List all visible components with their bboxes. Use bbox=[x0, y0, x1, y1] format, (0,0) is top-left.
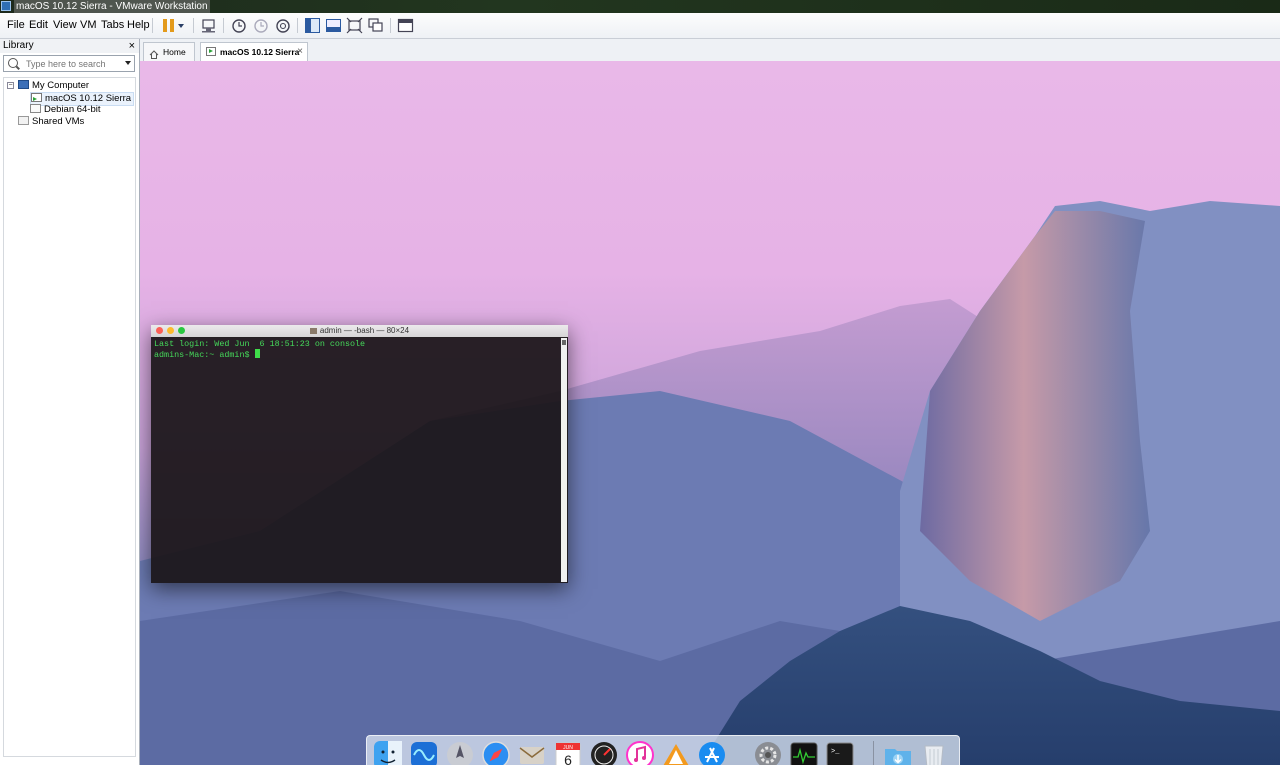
system-preferences-icon[interactable] bbox=[753, 740, 783, 765]
terminal-prompt-line: admins-Mac:~ admin$ bbox=[154, 349, 260, 360]
tab-bar: Home macOS 10.12 Sierra × bbox=[140, 39, 1280, 62]
tab-close-icon[interactable]: × bbox=[297, 43, 303, 61]
dropdown-arrow-icon[interactable] bbox=[176, 17, 186, 34]
library-search-input[interactable] bbox=[26, 57, 116, 70]
snapshot-take-icon[interactable] bbox=[230, 17, 247, 34]
toolbar-separator bbox=[223, 18, 224, 33]
menu-view[interactable]: View bbox=[53, 13, 77, 38]
library-close-icon[interactable]: × bbox=[129, 39, 135, 53]
search-icon bbox=[8, 58, 18, 68]
activity-monitor-icon[interactable] bbox=[789, 740, 819, 765]
tab-home[interactable]: Home bbox=[143, 42, 195, 61]
terminal-icon-prompt: >_ bbox=[831, 748, 840, 756]
dashboard-icon[interactable] bbox=[589, 740, 619, 765]
tree-item-debian[interactable]: Debian 64-bit bbox=[30, 104, 101, 116]
library-panel: Library × − My Computer macOS 10.12 Sier… bbox=[0, 39, 140, 765]
vmware-app-icon bbox=[1, 1, 11, 11]
computer-icon bbox=[18, 80, 29, 89]
vm-running-icon bbox=[206, 47, 216, 56]
library-tree: − My Computer macOS 10.12 Sierra Debian … bbox=[3, 77, 136, 757]
fullscreen-icon[interactable] bbox=[346, 17, 363, 34]
toolbar-separator bbox=[297, 18, 298, 33]
minimize-window-icon[interactable] bbox=[167, 327, 174, 334]
siri-icon[interactable] bbox=[409, 740, 439, 765]
itunes-icon[interactable] bbox=[625, 740, 655, 765]
menu-vm[interactable]: VM bbox=[80, 13, 97, 38]
terminal-scrollbar[interactable] bbox=[561, 338, 567, 582]
menu-file[interactable]: File bbox=[7, 13, 25, 38]
tree-collapse-icon[interactable]: − bbox=[7, 82, 14, 89]
terminal-content[interactable]: Last login: Wed Jun 6 18:51:23 on consol… bbox=[151, 337, 568, 583]
menu-edit[interactable]: Edit bbox=[29, 13, 48, 38]
toolbar-separator bbox=[193, 18, 194, 33]
safari-icon[interactable] bbox=[481, 740, 511, 765]
terminal-window[interactable]: admin — -bash — 80×24 Last login: Wed Ju… bbox=[151, 325, 568, 583]
unity-icon[interactable] bbox=[367, 17, 384, 34]
snapshot-manager-icon[interactable] bbox=[274, 17, 291, 34]
home-icon bbox=[149, 47, 159, 59]
menu-help[interactable]: Help bbox=[127, 13, 150, 38]
home-folder-icon bbox=[309, 328, 317, 334]
terminal-cursor bbox=[254, 349, 260, 358]
zoom-window-icon[interactable] bbox=[178, 327, 185, 334]
send-ctrl-alt-del-icon[interactable] bbox=[200, 17, 217, 34]
shared-vms-icon bbox=[18, 116, 29, 125]
toolbar-separator bbox=[152, 18, 153, 33]
calendar-icon[interactable]: JUN 6 bbox=[553, 740, 583, 765]
vm-icon bbox=[30, 104, 41, 113]
window-title-bar: macOS 10.12 Sierra - VMware Workstation bbox=[0, 0, 1280, 13]
library-title: Library bbox=[3, 40, 34, 51]
dock-separator bbox=[873, 741, 874, 765]
snapshot-revert-icon[interactable] bbox=[252, 17, 269, 34]
app-store-icon[interactable] bbox=[697, 740, 727, 765]
dock: JUN 6 >_ bbox=[366, 735, 960, 765]
terminal-icon[interactable]: >_ bbox=[825, 740, 855, 765]
terminal-title: admin — -bash — 80×24 bbox=[319, 326, 410, 335]
trash-icon[interactable] bbox=[919, 740, 949, 765]
calendar-day: 6 bbox=[564, 752, 572, 765]
tab-macos-sierra[interactable]: macOS 10.12 Sierra × bbox=[200, 42, 308, 61]
ibooks-icon[interactable] bbox=[661, 740, 691, 765]
pause-icon[interactable] bbox=[160, 17, 177, 34]
launchpad-icon[interactable] bbox=[445, 740, 475, 765]
window-title: macOS 10.12 Sierra - VMware Workstation bbox=[14, 0, 210, 13]
terminal-line: Last login: Wed Jun 6 18:51:23 on consol… bbox=[154, 339, 366, 349]
library-search-box[interactable] bbox=[3, 55, 135, 72]
downloads-icon[interactable] bbox=[883, 740, 913, 765]
thumbnail-view-icon[interactable] bbox=[325, 17, 342, 34]
tree-item-my-computer[interactable]: My Computer bbox=[18, 80, 89, 92]
mail-icon[interactable] bbox=[517, 740, 547, 765]
toolbar-separator bbox=[390, 18, 391, 33]
tree-item-shared-vms[interactable]: Shared VMs bbox=[18, 116, 84, 128]
calendar-month: JUN bbox=[563, 745, 573, 751]
close-window-icon[interactable] bbox=[156, 327, 163, 334]
library-header: Library × bbox=[0, 39, 139, 53]
vm-guest-screen[interactable]: admin — -bash — 80×24 Last login: Wed Ju… bbox=[140, 61, 1280, 765]
vm-running-icon bbox=[31, 93, 42, 102]
finder-icon[interactable] bbox=[373, 740, 403, 765]
search-dropdown-icon[interactable] bbox=[125, 61, 131, 65]
menu-tabs[interactable]: Tabs bbox=[101, 13, 124, 38]
console-view-icon[interactable] bbox=[397, 17, 414, 34]
menu-toolbar-bar: File Edit View VM Tabs Help bbox=[0, 13, 1280, 39]
library-view-icon[interactable] bbox=[304, 17, 321, 34]
